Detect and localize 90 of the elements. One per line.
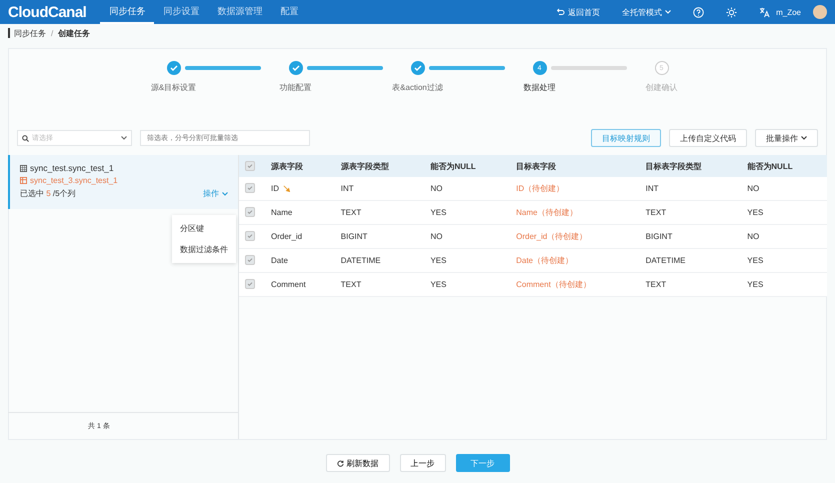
search-icon	[22, 134, 29, 142]
breadcrumb-current: 创建任务	[58, 28, 90, 38]
nav-tab[interactable]: 同步任务	[100, 0, 154, 24]
column-header: 源表字段类型	[334, 155, 424, 177]
table-cell: TEXT	[646, 280, 666, 289]
chevron-down-icon	[801, 136, 807, 140]
table-cell: YES	[747, 256, 764, 265]
table-cell: Order_id（待创建）	[516, 232, 588, 241]
check-icon	[246, 280, 254, 288]
row-checkbox[interactable]	[245, 207, 255, 217]
check-icon	[246, 162, 254, 170]
table-cell: TEXT	[646, 208, 666, 217]
table-cell: BIGINT	[646, 232, 672, 241]
step-label: 表&action过滤	[391, 82, 444, 93]
column-header: 目标表字段	[510, 155, 640, 177]
column-header: 目标表字段类型	[640, 155, 742, 177]
chevron-down-icon	[665, 10, 672, 14]
table-cell: TEXT	[340, 208, 362, 217]
check-icon	[246, 208, 254, 216]
check-icon	[246, 184, 254, 192]
chevron-down-icon	[222, 192, 228, 196]
breadcrumb-link[interactable]: 同步任务	[14, 28, 46, 38]
table-list-item[interactable]: sync_test.sync_test_1 sync_test_3.sync_test_1 已选中 5 /5个列 操作	[8, 155, 238, 209]
nav-tab[interactable]: 配置	[271, 0, 308, 24]
menu-item[interactable]: 数据过滤条件	[172, 239, 236, 260]
table-cell: NO	[747, 232, 760, 241]
row-checkbox[interactable]	[245, 183, 255, 193]
table-cell: INT	[340, 184, 354, 193]
column-header: 能否为NULL	[741, 155, 827, 177]
mode-dropdown[interactable]: 全托管模式	[622, 6, 672, 18]
selected-columns-label: 已选中 5 /5个列	[20, 188, 76, 199]
table-cell: YES	[430, 280, 446, 289]
refresh-icon	[336, 460, 344, 466]
target-table-name: sync_test_3.sync_test_1	[30, 176, 118, 185]
row-checkbox[interactable]	[245, 255, 255, 265]
nav-tab[interactable]: 同步设置	[154, 0, 208, 24]
row-checkbox[interactable]	[245, 231, 255, 241]
toolbar-button[interactable]: 目标映射规则	[591, 129, 661, 147]
column-header: 能否为NULL	[424, 155, 510, 177]
table-cell: TEXT	[340, 280, 362, 289]
step-label: 源&目标设置	[150, 82, 198, 93]
table-cell: Order_id	[271, 232, 302, 241]
toolbar-button[interactable]: 上传自定义代码	[669, 129, 747, 147]
table-cell: BIGINT	[340, 232, 368, 241]
table-cell: Comment	[271, 280, 306, 289]
table-cell: YES	[747, 208, 764, 217]
table-cell: NO	[430, 232, 442, 241]
table-cell: YES	[430, 256, 446, 265]
table-cell: Date	[271, 256, 288, 265]
logo: CloudCanal	[8, 4, 86, 20]
step-label: 数据处理	[522, 82, 556, 93]
row-checkbox[interactable]	[245, 279, 255, 289]
table-cell: DATETIME	[340, 256, 381, 265]
table-cell: Name	[271, 208, 292, 217]
table-cell: ID（待创建）	[516, 184, 564, 193]
select-all-checkbox[interactable]	[245, 160, 255, 170]
refresh-button[interactable]: 刷新数据	[326, 454, 390, 472]
breadcrumb-separator: /	[51, 28, 54, 38]
return-arrow-icon	[557, 8, 566, 16]
table-cell: YES	[430, 208, 446, 217]
check-icon	[246, 232, 254, 240]
table-icon	[20, 164, 27, 172]
table-cell: YES	[747, 280, 764, 289]
table-cell: Name（待创建）	[516, 208, 578, 217]
column-header: 源表字段	[265, 155, 335, 177]
check-icon	[246, 256, 254, 264]
chevron-down-icon	[121, 136, 127, 140]
table-cell: Comment（待创建）	[516, 280, 591, 289]
previous-button[interactable]: 上一步	[400, 454, 446, 472]
next-button[interactable]: 下一步	[456, 454, 510, 472]
step-label: 创建确认	[644, 82, 678, 93]
translate-icon[interactable]	[759, 6, 770, 18]
avatar[interactable]	[813, 5, 827, 19]
source-table-name: sync_test.sync_test_1	[30, 163, 114, 173]
table-cell: ID	[271, 184, 279, 193]
action-dropdown[interactable]: 操作	[203, 188, 228, 199]
user-name[interactable]: m_Zoe	[776, 8, 801, 16]
menu-item[interactable]: 分区键	[172, 218, 236, 239]
table-cell: DATETIME	[646, 256, 686, 265]
toolbar-button[interactable]: 批量操作	[755, 129, 818, 147]
sun-icon[interactable]	[726, 6, 738, 18]
step-label: 功能配置	[278, 82, 312, 93]
table-icon	[20, 177, 27, 184]
table-cell: NO	[430, 184, 442, 193]
back-home-link[interactable]: 返回首页	[557, 6, 600, 18]
table-cell: INT	[646, 184, 659, 193]
nav-tab[interactable]: 数据源管理	[208, 0, 272, 24]
table-cell: Date（待创建）	[516, 256, 574, 265]
table-cell: NO	[747, 184, 760, 193]
help-icon[interactable]	[693, 6, 704, 18]
